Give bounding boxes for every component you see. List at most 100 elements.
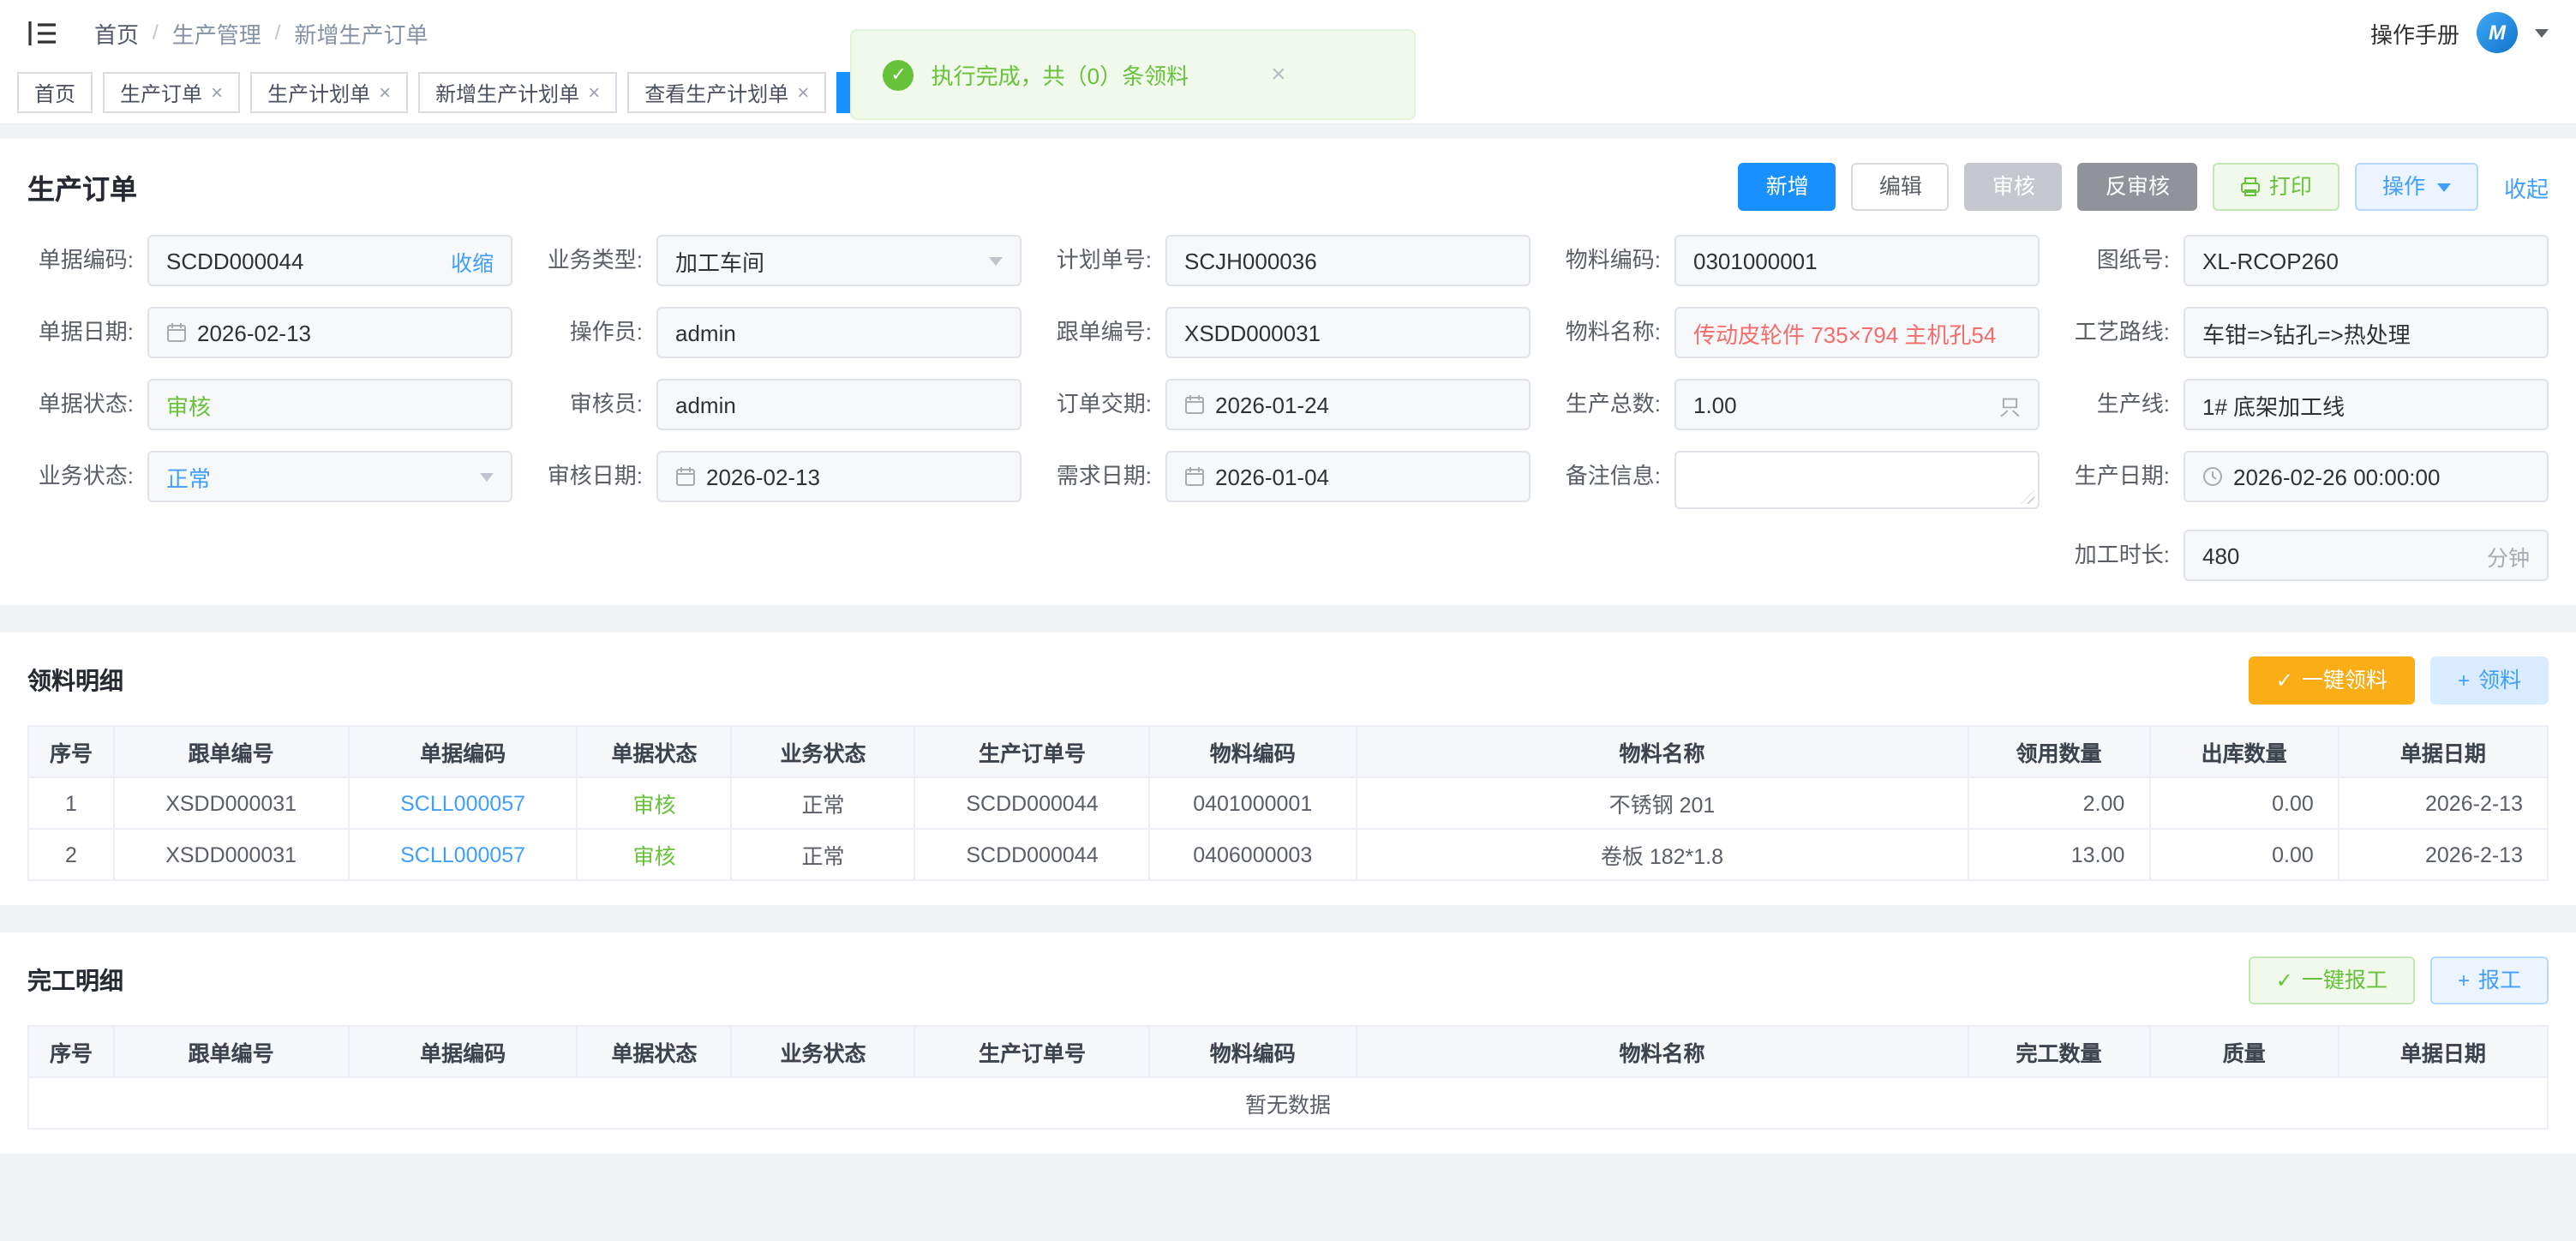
add-button[interactable]: 新增: [1739, 163, 1836, 211]
breadcrumb-current[interactable]: 新增生产订单: [294, 16, 428, 49]
add-requisition-button[interactable]: + 领料: [2430, 656, 2549, 704]
due-date-value: 2026-01-24: [1215, 392, 1512, 417]
actions-label: 操作: [2382, 177, 2425, 198]
cell-req-qty: 2.00: [1968, 777, 2150, 829]
col-header: 单据日期: [2339, 726, 2548, 777]
doc-code-value: SCDD000044: [166, 248, 440, 273]
completion-table-header: 序号 跟单编号 单据编码 单据状态 业务状态 生产订单号 物料编码 物料名称 完…: [28, 1026, 2548, 1077]
quick-report-button[interactable]: ✓ 一键报工: [2249, 956, 2415, 1004]
operator-input[interactable]: admin: [656, 307, 1021, 358]
cell-biz-status: 正常: [731, 777, 915, 829]
due-date-picker[interactable]: 2026-01-24: [1165, 379, 1531, 430]
avatar[interactable]: M: [2477, 12, 2518, 53]
chevron-down-icon[interactable]: [2535, 28, 2549, 37]
field-follow-no: 跟单编号: XSDD000031: [1045, 307, 1531, 358]
col-header: 单据日期: [2339, 1026, 2548, 1077]
order-card: 生产订单 新增 编辑 审核 反审核 打印 操作 收起: [0, 139, 2576, 605]
field-demand-date: 需求日期: 2026-01-04: [1045, 451, 1531, 509]
menu-fold-icon[interactable]: [27, 20, 57, 45]
doc-code-input[interactable]: SCDD000044 收缩: [147, 235, 512, 286]
field-label: 需求日期:: [1045, 451, 1165, 502]
prod-line-input[interactable]: 1# 底架加工线: [2184, 379, 2549, 430]
material-table: 序号 跟单编号 单据编码 单据状态 业务状态 生产订单号 物料编码 物料名称 领…: [27, 725, 2549, 881]
calendar-icon: [1184, 466, 1205, 487]
routing-input[interactable]: 车钳=>钻孔=>热处理: [2184, 307, 2549, 358]
field-label: 图纸号:: [2064, 235, 2184, 286]
cell-out-qty: 0.00: [2149, 829, 2339, 880]
demand-date-value: 2026-01-04: [1215, 464, 1512, 489]
field-auditor: 审核员: admin: [536, 379, 1021, 430]
field-remark: 备注信息:: [1555, 451, 2040, 509]
close-icon[interactable]: ×: [211, 82, 223, 103]
biz-type-value: 加工车间: [675, 244, 979, 277]
shrink-link[interactable]: 收缩: [451, 244, 494, 277]
biz-type-select[interactable]: 加工车间: [656, 235, 1021, 286]
status-badge: 审核: [633, 794, 676, 818]
order-toolbar: 新增 编辑 审核 反审核 打印 操作 收起: [1739, 163, 2549, 211]
prod-date-picker[interactable]: 2026-02-26 00:00:00: [2184, 451, 2549, 502]
field-material-code: 物料编码: 0301000001: [1555, 235, 2040, 286]
material-card: 领料明细 ✓ 一键领料 + 领料: [0, 632, 2576, 905]
tab-home[interactable]: 首页: [17, 72, 93, 113]
main-content: 生产订单 新增 编辑 审核 反审核 打印 操作 收起: [0, 125, 2576, 1154]
empty-row: 暂无数据: [28, 1077, 2548, 1129]
unaudit-button[interactable]: 反审核: [2078, 163, 2197, 211]
add-report-button[interactable]: + 报工: [2430, 956, 2549, 1004]
plan-no-input[interactable]: SCJH000036: [1165, 235, 1531, 286]
plus-icon: +: [2458, 970, 2470, 991]
status-badge: 审核: [633, 845, 676, 869]
edit-button[interactable]: 编辑: [1852, 163, 1950, 211]
col-header: 完工数量: [1968, 1026, 2150, 1077]
tab-production-order[interactable]: 生产订单 ×: [103, 72, 240, 113]
field-label: 操作员:: [536, 307, 656, 358]
table-row[interactable]: 2 XSDD000031 SCLL000057 审核 正常 SCDD000044…: [28, 829, 2548, 880]
table-row[interactable]: 1 XSDD000031 SCLL000057 审核 正常 SCDD000044…: [28, 777, 2548, 829]
audit-button[interactable]: 审核: [1965, 163, 2063, 211]
doc-date-picker[interactable]: 2026-02-13: [147, 307, 512, 358]
actions-dropdown-button[interactable]: 操作: [2355, 163, 2478, 211]
toast-message: 执行完成，共（0）条领料: [932, 58, 1189, 91]
field-biz-type: 业务类型: 加工车间: [536, 235, 1021, 286]
success-check-icon: ✓: [884, 59, 914, 90]
breadcrumb-home[interactable]: 首页: [94, 16, 139, 49]
material-name-input[interactable]: 传动皮轮件 735×794 主机孔54: [1674, 307, 2040, 358]
close-icon[interactable]: ×: [379, 82, 391, 103]
doc-status-input[interactable]: 审核: [147, 379, 512, 430]
col-header: 生产订单号: [915, 726, 1149, 777]
duration-input[interactable]: 480 分钟: [2184, 530, 2549, 581]
doc-code-link[interactable]: SCLL000057: [400, 842, 525, 866]
collapse-link[interactable]: 收起: [2504, 171, 2549, 203]
tab-view-production-plan[interactable]: 查看生产计划单 ×: [627, 72, 826, 113]
plus-icon: +: [2458, 670, 2470, 691]
plan-no-value: SCJH000036: [1184, 248, 1512, 273]
remark-textarea[interactable]: [1674, 451, 2040, 509]
field-label: 备注信息:: [1555, 451, 1674, 502]
clock-icon: [2202, 466, 2223, 487]
auditor-input[interactable]: admin: [656, 379, 1021, 430]
tab-new-production-plan[interactable]: 新增生产计划单 ×: [418, 72, 617, 113]
tab-production-plan[interactable]: 生产计划单 ×: [250, 72, 408, 113]
print-button[interactable]: 打印: [2213, 163, 2339, 211]
close-icon[interactable]: ×: [797, 82, 809, 103]
demand-date-picker[interactable]: 2026-01-04: [1165, 451, 1531, 502]
field-label: 生产日期:: [2064, 451, 2184, 502]
quick-requisition-button[interactable]: ✓ 一键领料: [2249, 656, 2415, 704]
total-qty-input[interactable]: 1.00 只: [1674, 379, 2040, 430]
audit-date-picker[interactable]: 2026-02-13: [656, 451, 1021, 502]
routing-value: 车钳=>钻孔=>热处理: [2202, 316, 2530, 349]
toast-close-icon[interactable]: ×: [1271, 62, 1286, 87]
col-header: 物料名称: [1356, 726, 1968, 777]
drawing-no-input[interactable]: XL-RCOP260: [2184, 235, 2549, 286]
breadcrumb-production[interactable]: 生产管理: [172, 16, 261, 49]
close-icon[interactable]: ×: [588, 82, 600, 103]
follow-no-input[interactable]: XSDD000031: [1165, 307, 1531, 358]
check-icon: ✓: [2276, 970, 2293, 991]
biz-status-select[interactable]: 正常: [147, 451, 512, 502]
check-icon: ✓: [2276, 670, 2293, 691]
doc-code-link[interactable]: SCLL000057: [400, 791, 525, 815]
operation-manual-link[interactable]: 操作手册: [2370, 16, 2459, 49]
follow-no-value: XSDD000031: [1184, 320, 1512, 345]
material-code-input[interactable]: 0301000001: [1674, 235, 2040, 286]
duration-value: 480: [2202, 543, 2477, 568]
cell-index: 1: [28, 777, 114, 829]
